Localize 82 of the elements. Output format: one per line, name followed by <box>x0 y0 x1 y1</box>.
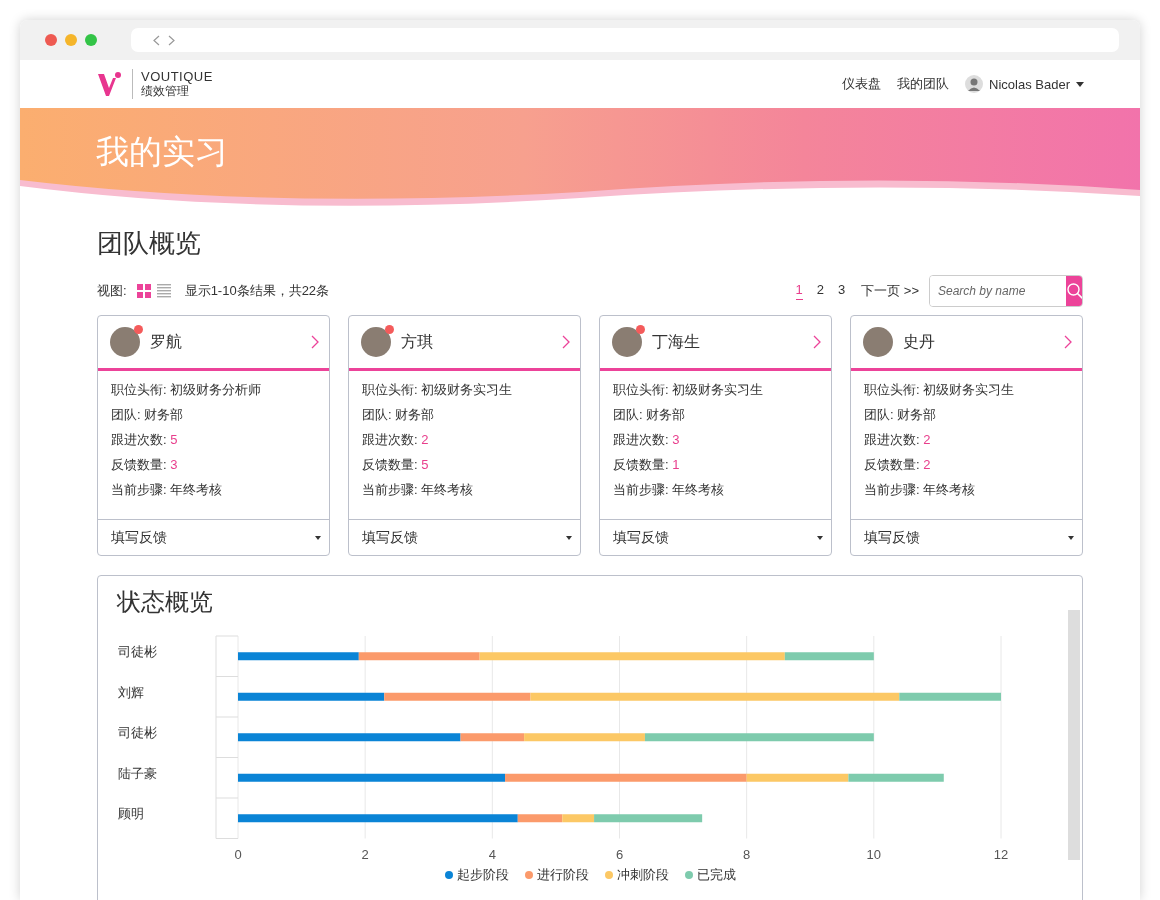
member-detail: 当前步骤: 年终考核 <box>864 481 977 499</box>
member-detail: 跟进次数: 2 <box>362 431 430 449</box>
member-detail: 跟进次数: 2 <box>864 431 932 449</box>
tick-label: 4 <box>488 846 496 862</box>
legend-item: 进行阶段 <box>524 866 589 884</box>
chevron-right-icon[interactable] <box>562 335 570 349</box>
avatar-placeholder <box>110 327 140 357</box>
category-label: 顾明 <box>118 806 144 822</box>
page-link[interactable]: 1 <box>795 282 803 300</box>
category-label: 司徒彬 <box>118 725 157 741</box>
grid-view-toggle[interactable] <box>136 284 151 298</box>
chevron-right-icon[interactable] <box>311 335 319 349</box>
member-detail: 反馈数量: 3 <box>111 456 179 474</box>
feedback-dropdown[interactable]: 填写反馈 <box>98 519 329 555</box>
search-field[interactable]: Search by name <box>929 275 1083 307</box>
category-label: 刘辉 <box>118 684 144 700</box>
member-name: 丁海生 <box>652 331 701 352</box>
member-detail: 职位头衔: 初级财务实习生 <box>613 381 765 399</box>
brand-subtitle: 绩效管理 <box>141 84 190 98</box>
feedback-dropdown[interactable]: 填写反馈 <box>349 519 580 555</box>
nav-link[interactable]: 我的团队 <box>897 75 950 93</box>
page-link[interactable]: 3 <box>837 282 846 300</box>
scrollbar[interactable] <box>1068 610 1080 860</box>
nav-link[interactable]: 仪表盘 <box>842 75 882 93</box>
avatar-placeholder <box>612 327 642 357</box>
page-link[interactable]: 2 <box>816 282 824 300</box>
legend-item: 起步阶段 <box>444 866 509 884</box>
caret-icon <box>817 535 823 540</box>
close-window-icon[interactable] <box>45 34 57 46</box>
results-summary: 显示1-10条结果，共22条 <box>184 282 330 300</box>
member-name: 罗航 <box>150 331 183 352</box>
member-detail: 职位头衔: 初级财务实习生 <box>864 381 1016 399</box>
section-title: 团队概览 <box>97 227 201 260</box>
tick-label: 6 <box>615 846 624 862</box>
user-name[interactable]: Nicolas Bader <box>989 76 1070 92</box>
member-detail: 职位头衔: 初级财务实习生 <box>362 381 514 399</box>
avatar-placeholder <box>863 327 893 357</box>
legend-item: 已完成 <box>684 866 736 884</box>
member-detail: 团队: 财务部 <box>613 406 687 424</box>
member-detail: 当前步骤: 年终考核 <box>613 481 726 499</box>
next-page-link[interactable]: 下一页 >> <box>861 282 919 300</box>
chevron-right-icon[interactable] <box>813 335 821 349</box>
tick-label: 8 <box>743 846 751 862</box>
member-detail: 跟进次数: 5 <box>111 431 179 449</box>
feedback-dropdown[interactable]: 填写反馈 <box>851 519 1082 555</box>
caret-icon <box>1068 535 1074 540</box>
tick-label: 10 <box>866 846 882 862</box>
avatar-placeholder <box>361 327 391 357</box>
member-detail: 反馈数量: 5 <box>362 456 430 474</box>
legend-item: 冲刺阶段 <box>604 866 669 884</box>
page-title: 我的实习 <box>95 132 228 172</box>
category-label: 司徒彬 <box>118 644 157 660</box>
member-detail: 当前步骤: 年终考核 <box>362 481 475 499</box>
feedback-dropdown[interactable]: 填写反馈 <box>600 519 831 555</box>
member-detail: 团队: 财务部 <box>111 406 185 424</box>
member-detail: 反馈数量: 2 <box>864 456 932 474</box>
member-detail: 跟进次数: 3 <box>613 431 681 449</box>
category-label: 陆子豪 <box>118 765 157 781</box>
chevron-right-icon[interactable] <box>1064 335 1072 349</box>
forward-icon[interactable] <box>168 34 175 46</box>
member-detail: 团队: 财务部 <box>362 406 436 424</box>
tick-label: 12 <box>993 846 1009 862</box>
view-label: 视图: <box>97 282 127 300</box>
member-name: 方琪 <box>401 331 434 352</box>
brand-name: VOUTIQUE <box>141 70 213 84</box>
logo-icon <box>96 70 124 98</box>
maximize-window-icon[interactable] <box>85 34 97 46</box>
chart-title: 状态概览 <box>117 587 213 617</box>
list-view-toggle[interactable] <box>156 284 171 298</box>
member-name: 史丹 <box>903 331 936 352</box>
member-detail: 团队: 财务部 <box>864 406 938 424</box>
member-detail: 当前步骤: 年终考核 <box>111 481 224 499</box>
caret-icon <box>566 535 572 540</box>
user-avatar-icon[interactable] <box>965 75 984 93</box>
member-detail: 反馈数量: 1 <box>613 456 681 474</box>
caret-icon <box>315 535 321 540</box>
member-detail: 职位头衔: 初级财务分析师 <box>111 381 263 399</box>
tick-label: 2 <box>361 846 369 862</box>
caret-icon[interactable] <box>1076 81 1084 87</box>
search-button[interactable] <box>1066 276 1082 306</box>
tick-label: 0 <box>234 846 242 862</box>
back-icon[interactable] <box>153 34 160 46</box>
